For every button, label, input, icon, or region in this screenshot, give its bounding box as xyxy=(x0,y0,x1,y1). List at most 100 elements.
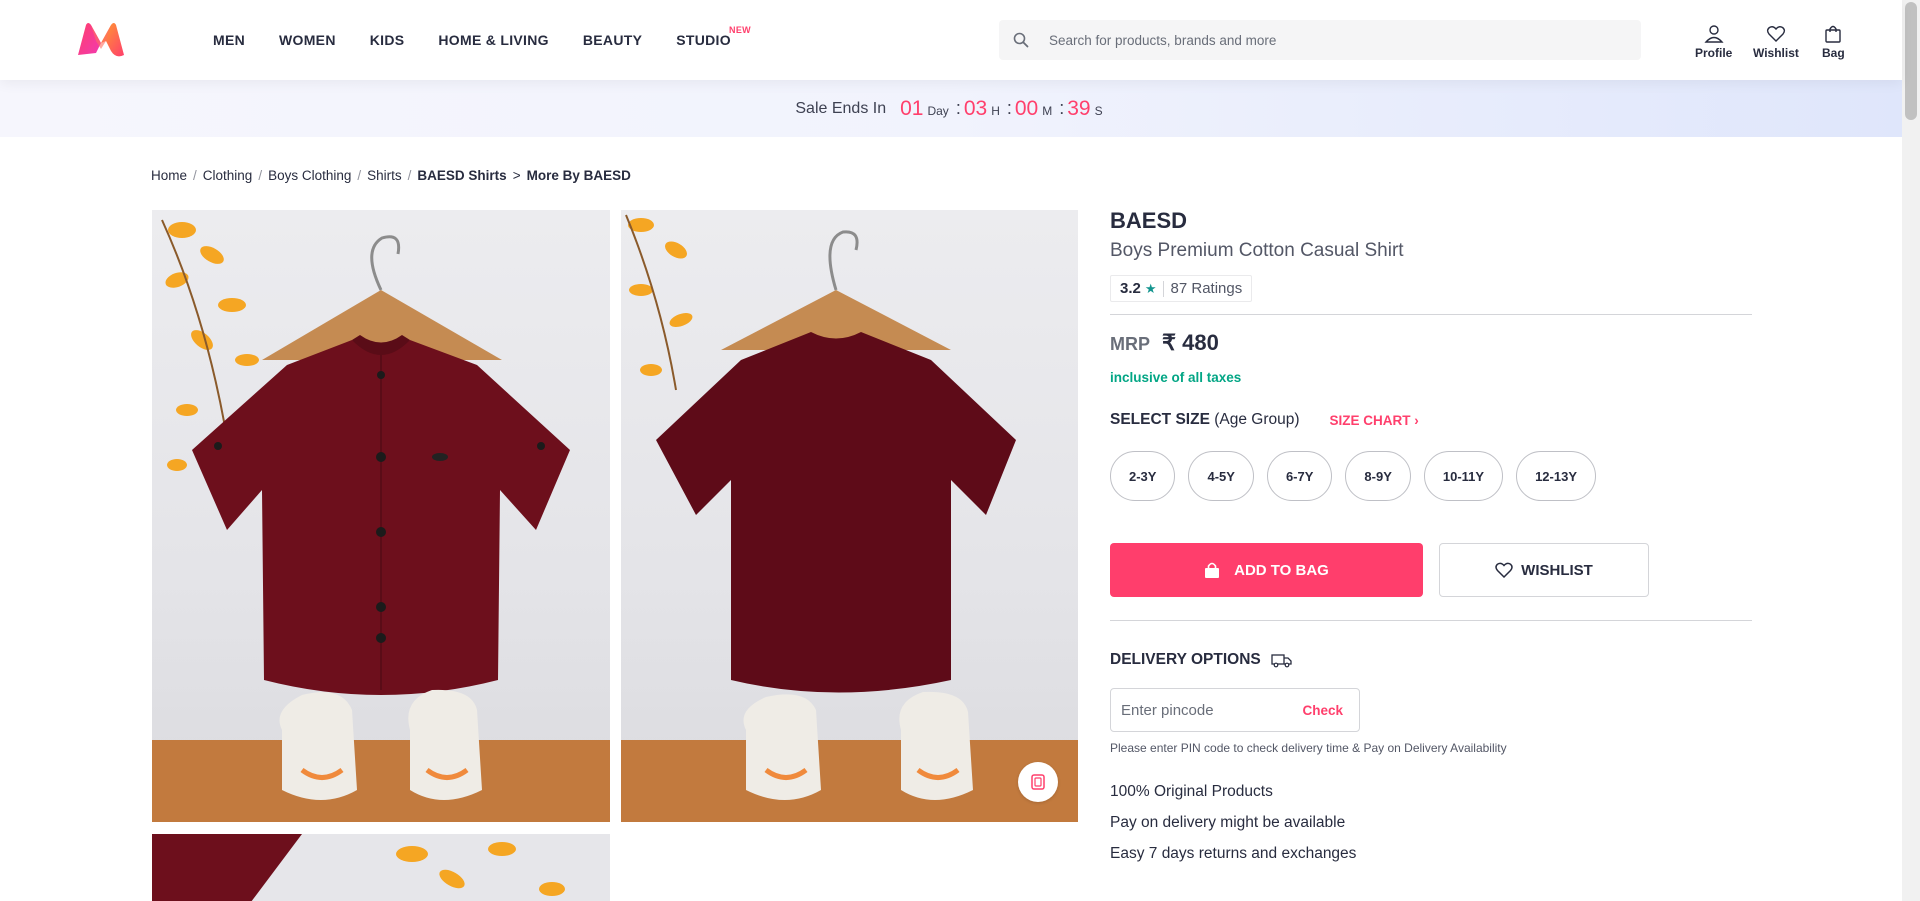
divider xyxy=(1110,620,1752,621)
pincode-box: Check xyxy=(1110,688,1360,732)
product-photo-front xyxy=(152,219,610,822)
wishlist-button[interactable]: WISHLIST xyxy=(1439,543,1649,597)
nav-home-living[interactable]: HOME & LIVING xyxy=(438,32,548,48)
product-name: Boys Premium Cotton Casual Shirt xyxy=(1110,240,1404,261)
check-pincode-button[interactable]: Check xyxy=(1302,703,1343,718)
product-price: ₹ 480 xyxy=(1162,330,1219,355)
sale-colon: : xyxy=(955,98,961,118)
breadcrumb-shirts[interactable]: Shirts xyxy=(367,168,402,183)
search-input[interactable] xyxy=(1049,32,1629,48)
profile-button[interactable]: Profile xyxy=(1695,24,1732,60)
sale-countdown-bar: Sale Ends In 01 Day : 03 H : 00 M : 39 S xyxy=(0,80,1902,137)
rating-summary[interactable]: 3.2 ★ 87 Ratings xyxy=(1110,275,1253,302)
breadcrumb-separator: / xyxy=(193,168,197,183)
view-similar-button[interactable] xyxy=(1018,762,1058,802)
size-option[interactable]: 12-13Y xyxy=(1516,451,1596,501)
pincode-input[interactable] xyxy=(1121,701,1281,719)
add-to-bag-button[interactable]: ADD TO BAG xyxy=(1110,543,1423,597)
size-age-group: (Age Group) xyxy=(1214,411,1300,428)
site-header: MEN WOMEN KIDS HOME & LIVING BEAUTY STUD… xyxy=(0,0,1902,80)
profile-icon xyxy=(1704,25,1724,43)
heart-icon xyxy=(1766,26,1786,42)
select-size-title: SELECT SIZE (Age Group) xyxy=(1110,411,1300,429)
star-icon: ★ xyxy=(1144,280,1157,296)
scrollbar-thumb[interactable] xyxy=(1905,2,1917,120)
size-option[interactable]: 6-7Y xyxy=(1266,451,1333,501)
feature-item: 100% Original Products xyxy=(1110,783,1273,800)
product-image-front[interactable] xyxy=(152,210,610,822)
sale-colon: : xyxy=(1059,98,1065,118)
size-option[interactable]: 8-9Y xyxy=(1345,451,1411,501)
nav-kids[interactable]: KIDS xyxy=(370,32,405,48)
size-options: 2-3Y 4-5Y 6-7Y 8-9Y 10-11Y 12-13Y xyxy=(1110,451,1752,501)
size-header: SELECT SIZE (Age Group) SIZE CHART › xyxy=(1110,411,1752,429)
product-brand[interactable]: BAESD xyxy=(1110,208,1752,234)
breadcrumb-separator: > xyxy=(512,168,521,183)
sale-minutes-unit: M xyxy=(1042,103,1053,118)
feature-item: Pay on delivery might be available xyxy=(1110,814,1346,831)
breadcrumb-clothing[interactable]: Clothing xyxy=(203,168,253,183)
wishlist-label: WISHLIST xyxy=(1521,561,1593,579)
breadcrumb-home[interactable]: Home xyxy=(151,168,187,183)
breadcrumb-separator: / xyxy=(407,168,412,183)
product-photo-back xyxy=(621,214,1078,822)
bag-button[interactable]: Bag xyxy=(1822,24,1845,60)
chevron-right-icon: › xyxy=(1414,412,1419,428)
product-features: 100% Original Products Pay on delivery m… xyxy=(1110,776,1752,869)
profile-label: Profile xyxy=(1695,46,1733,60)
nav-studio[interactable]: STUDIO NEW xyxy=(676,25,750,48)
tax-note: inclusive of all taxes xyxy=(1110,370,1242,385)
breadcrumb-separator: / xyxy=(258,168,263,183)
size-option[interactable]: 2-3Y xyxy=(1110,451,1176,501)
breadcrumb: Home / Clothing / Boys Clothing / Shirts… xyxy=(151,168,631,183)
bag-icon xyxy=(1205,562,1220,578)
feature-item: Easy 7 days returns and exchanges xyxy=(1110,845,1357,862)
size-option[interactable]: 4-5Y xyxy=(1188,451,1254,501)
nav-beauty[interactable]: BEAUTY xyxy=(583,32,642,48)
search-bar xyxy=(999,20,1641,60)
nav-men[interactable]: MEN xyxy=(213,32,245,48)
breadcrumb-separator: / xyxy=(357,168,362,183)
wishlist-header-button[interactable]: Wishlist xyxy=(1753,24,1799,60)
bag-label: Bag xyxy=(1822,46,1845,60)
search-icon[interactable] xyxy=(999,20,1043,60)
wishlist-header-label: Wishlist xyxy=(1753,46,1799,60)
product-image-back[interactable] xyxy=(621,210,1078,822)
sale-label: Sale Ends In xyxy=(795,99,887,117)
delivery-options-title: DELIVERY OPTIONS xyxy=(1110,651,1752,669)
breadcrumb-more-by-brand[interactable]: More By BAESD xyxy=(527,168,631,183)
size-option[interactable]: 10-11Y xyxy=(1423,451,1504,501)
myntra-logo[interactable] xyxy=(76,21,126,59)
product-image-detail[interactable] xyxy=(152,834,610,901)
heart-icon xyxy=(1495,562,1513,578)
ratings-count: 87 Ratings xyxy=(1170,280,1243,297)
delivery-options-label: DELIVERY OPTIONS xyxy=(1110,651,1261,668)
pincode-note: Please enter PIN code to check delivery … xyxy=(1110,741,1507,755)
price-row: MRP ₹ 480 xyxy=(1110,330,1752,356)
rating-value: 3.2 xyxy=(1120,280,1141,297)
add-to-bag-label: ADD TO BAG xyxy=(1234,561,1329,579)
sale-colon: : xyxy=(1006,98,1012,118)
sale-seconds: 39 xyxy=(1067,96,1091,120)
divider xyxy=(1110,314,1752,315)
product-photo-detail xyxy=(152,834,610,901)
sale-seconds-unit: S xyxy=(1094,103,1103,118)
bag-icon xyxy=(1825,25,1842,43)
similar-items-icon xyxy=(1031,774,1045,790)
main-nav: MEN WOMEN KIDS HOME & LIVING BEAUTY STUD… xyxy=(196,0,751,80)
nav-women[interactable]: WOMEN xyxy=(279,32,336,48)
sale-days: 01 xyxy=(900,96,924,120)
breadcrumb-brand-shirts[interactable]: BAESD Shirts xyxy=(417,168,506,183)
sale-hours-unit: H xyxy=(991,103,1000,118)
mrp-label: MRP xyxy=(1110,334,1150,354)
size-chart-link[interactable]: SIZE CHART › xyxy=(1330,413,1419,428)
sale-minutes: 00 xyxy=(1014,96,1039,120)
new-badge: NEW xyxy=(729,25,751,35)
cta-row: ADD TO BAG WISHLIST xyxy=(1110,543,1752,597)
sale-hours: 03 xyxy=(963,96,988,120)
page-scrollbar[interactable] xyxy=(1902,0,1920,901)
breadcrumb-boys-clothing[interactable]: Boys Clothing xyxy=(268,168,351,183)
size-chart-label: SIZE CHART xyxy=(1329,412,1411,428)
truck-icon xyxy=(1271,654,1292,668)
product-details: BAESD Boys Premium Cotton Casual Shirt 3… xyxy=(1110,208,1752,869)
